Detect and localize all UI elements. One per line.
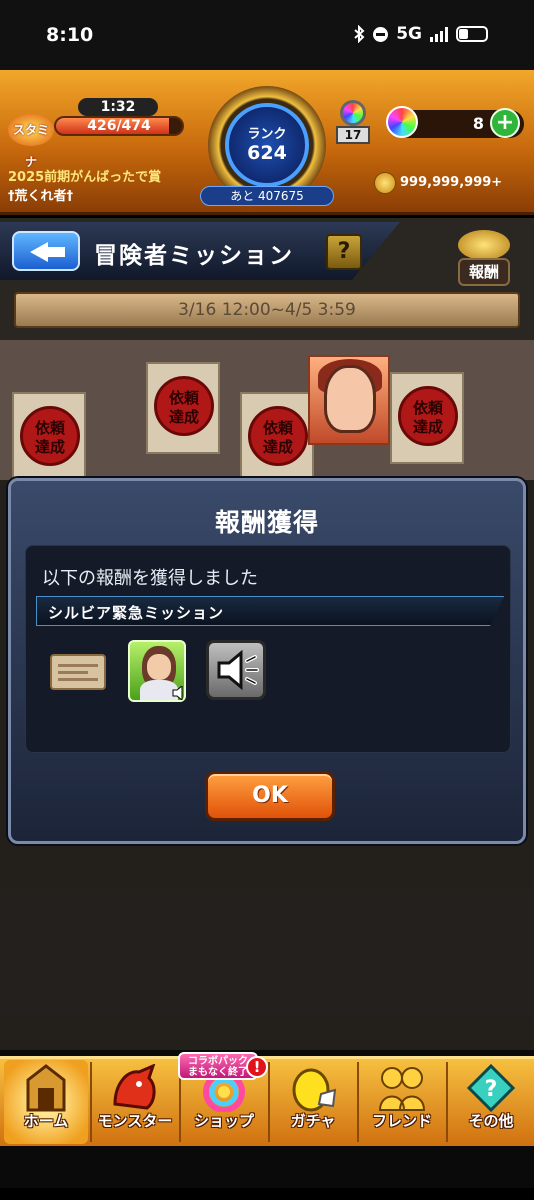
gold-pile-icon xyxy=(458,230,510,260)
shop-alert-badge: ! xyxy=(246,1056,268,1078)
avatar-face xyxy=(147,654,171,680)
coin-icon xyxy=(374,172,396,194)
gacha-ticket-icon[interactable]: 17 xyxy=(334,100,372,146)
dialog-content: 以下の報酬を獲得しました シルビア緊急ミッション xyxy=(25,545,511,753)
sylvia-portrait-card[interactable] xyxy=(308,355,390,445)
nav-friends[interactable]: フレンド xyxy=(360,1060,444,1144)
completed-stamp: 依頼 達成 xyxy=(20,406,80,466)
status-time: 8:10 xyxy=(46,24,94,46)
collab-badge-line-1: コラボパック xyxy=(188,1056,248,1067)
reward-dialog: 報酬獲得 以下の報酬を獲得しました シルビア緊急ミッション OK xyxy=(8,478,526,844)
stamp-line-1: 依頼 xyxy=(262,419,293,437)
rank-value: 624 xyxy=(247,142,287,164)
completed-stamp: 依頼 達成 xyxy=(248,406,308,466)
nav-monster[interactable]: モンスター xyxy=(93,1060,177,1144)
portrait-face xyxy=(324,365,376,433)
title-award[interactable]: 2025前期がんばったで賞 xyxy=(8,166,161,185)
card-line xyxy=(58,664,98,667)
stamp-line-2: 達成 xyxy=(412,418,443,436)
nav-label: モンスター xyxy=(97,1112,173,1130)
stamp-line-2: 達成 xyxy=(262,438,293,456)
nav-label: ガチャ xyxy=(290,1112,336,1130)
collab-badge-line-2: まもなく終了 xyxy=(188,1067,248,1078)
status-icons: 5G xyxy=(353,24,488,44)
home-icon xyxy=(26,1064,66,1112)
stamp-line-1: 依頼 xyxy=(34,419,65,437)
do-not-disturb-icon xyxy=(373,26,389,42)
reward-mission-name: シルビア緊急ミッション xyxy=(48,604,225,622)
nav-divider xyxy=(357,1062,359,1142)
nav-divider xyxy=(446,1062,448,1142)
stamina-label: スタミナ xyxy=(8,114,54,169)
dialog-title: 報酬獲得 xyxy=(214,508,319,537)
voice-speaker-icon[interactable] xyxy=(206,640,266,700)
buy-orbs-button[interactable]: + xyxy=(490,108,520,138)
stamp-line-2: 達成 xyxy=(34,438,65,456)
nav-divider xyxy=(90,1062,92,1142)
orb-count: 8 xyxy=(472,114,484,133)
completed-stamp: 依頼 達成 xyxy=(154,376,214,436)
network-label: 5G xyxy=(396,24,422,44)
back-button[interactable] xyxy=(12,231,80,271)
rank-next-exp: あと 407675 xyxy=(200,186,334,206)
gacha-icon xyxy=(292,1068,337,1112)
mission-period: 3/16 12:00~4/5 3:59 xyxy=(14,292,520,328)
signal-icon xyxy=(430,26,448,42)
ticket-count: 17 xyxy=(336,126,370,144)
other-icon: ? xyxy=(466,1064,516,1112)
mission-card[interactable]: 依頼 達成 xyxy=(390,372,464,464)
bluetooth-icon xyxy=(354,25,365,43)
stamina-value: 426/474 xyxy=(87,118,151,134)
nav-label: ショップ xyxy=(193,1112,254,1130)
friends-icon xyxy=(378,1067,426,1111)
monster-icon xyxy=(113,1064,156,1110)
ticket-orb-icon xyxy=(340,100,366,126)
card-line xyxy=(58,678,98,681)
battery-icon xyxy=(456,26,488,42)
dialog-message: 以下の報酬を獲得しました xyxy=(42,568,258,589)
status-bar: 8:10 5G xyxy=(0,0,534,70)
mission-card[interactable]: 依頼 達成 xyxy=(146,362,220,454)
nav-divider xyxy=(268,1062,270,1142)
nav-label: ホーム xyxy=(23,1112,69,1130)
help-button[interactable]: ? xyxy=(326,234,362,270)
svg-text:?: ? xyxy=(485,1077,498,1102)
speaker-icon xyxy=(217,649,259,691)
ticket-card-icon[interactable] xyxy=(50,654,106,690)
stamp-line-2: 達成 xyxy=(168,408,199,426)
ok-button[interactable]: OK xyxy=(205,771,335,821)
mission-card[interactable]: 依頼 達成 xyxy=(12,392,86,484)
reward-button-label: 報酬 xyxy=(458,258,510,286)
stamina-timer: 1:32 xyxy=(78,98,158,116)
nav-home[interactable]: ホーム xyxy=(4,1060,88,1144)
orb-icon xyxy=(386,106,418,138)
game-header: スタミナ 1:32 426/474 2025前期がんばったで賞 †荒くれ者† ラ… xyxy=(0,70,534,215)
reward-button[interactable]: 報酬 xyxy=(452,228,516,290)
nav-gacha[interactable]: ガチャ xyxy=(271,1060,355,1144)
nav-other[interactable]: ? その他 xyxy=(449,1060,533,1144)
nav-label: フレンド xyxy=(371,1112,432,1130)
completed-stamp: 依頼 達成 xyxy=(398,386,458,446)
page-title: 冒険者ミッション xyxy=(94,243,294,269)
nav-label: その他 xyxy=(468,1112,514,1130)
home-indicator xyxy=(0,1188,534,1200)
voice-mini-icon xyxy=(172,686,183,700)
mission-card[interactable]: 依頼 達成 xyxy=(240,392,314,484)
bottom-nav: ホーム モンスター ショップ ガチャ フレンド ? その他 xyxy=(0,1050,534,1200)
card-line xyxy=(58,671,88,674)
rank-inner: ランク 624 xyxy=(225,103,309,187)
stamp-line-1: 依頼 xyxy=(168,389,199,407)
rank-label: ランク xyxy=(247,127,287,142)
stamp-line-1: 依頼 xyxy=(412,399,443,417)
coin-count: 999,999,999+ xyxy=(400,175,503,190)
title-name[interactable]: †荒くれ者† xyxy=(8,185,73,204)
